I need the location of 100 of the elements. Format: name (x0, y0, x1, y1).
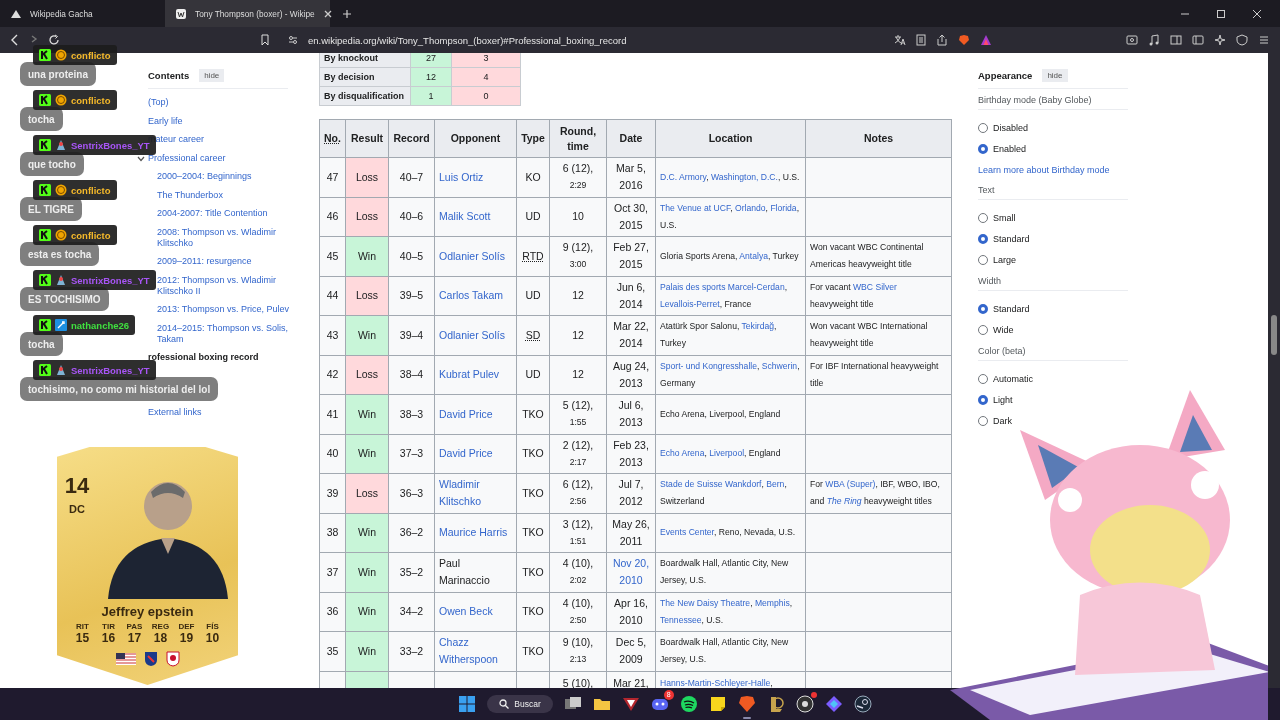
close-icon[interactable] (1252, 8, 1262, 19)
tool-icon (55, 319, 67, 331)
share-icon[interactable] (936, 34, 948, 46)
link[interactable]: Palais des sports Marcel-Cerdan (660, 281, 785, 292)
toc-link[interactable]: 2004-2007: Title Contention (157, 208, 268, 219)
toc-link[interactable]: External links (148, 407, 202, 418)
flag-icon (115, 653, 136, 665)
link[interactable]: Orlando (735, 202, 766, 213)
plus-icon[interactable] (342, 8, 352, 19)
toc-link[interactable]: The Thunderbox (157, 189, 223, 201)
link[interactable]: Memphis (754, 597, 790, 608)
link[interactable]: Levallois-Perret (660, 298, 720, 309)
link[interactable]: Florida (770, 202, 797, 213)
toc-link[interactable]: 2009–2011: resurgence (157, 256, 252, 267)
stat-value: 15 (75, 631, 90, 645)
table-cell-text: 12 (571, 327, 585, 343)
address-field[interactable]: en.wikipedia.org/wiki/Tony_Thompson_(boxer)#Professional_boxing_record (280, 30, 1000, 50)
toc-link[interactable]: 2012: Thompson vs. Wladimir Klitschko II (157, 274, 298, 297)
table-cell: Feb 23, 2013 (613, 438, 649, 468)
kick-icon (39, 229, 51, 241)
caret-icon[interactable] (137, 155, 145, 162)
record-icon[interactable] (795, 695, 814, 713)
toc-link[interactable]: (Top) (148, 97, 169, 108)
reload-icon[interactable] (48, 34, 60, 46)
toc-link[interactable]: 2008: Thompson vs. Wladimir Klitschko (157, 226, 298, 249)
sparkle-icon[interactable] (1214, 34, 1226, 46)
table-cell: Echo Arena, Liverpool, England (655, 394, 806, 434)
link[interactable]: WBC Silver (853, 281, 897, 292)
result-cell: Win (345, 434, 389, 474)
back-icon[interactable] (10, 34, 20, 46)
steam-icon[interactable] (853, 695, 872, 713)
link[interactable]: Washington, D.C. (710, 171, 778, 182)
link[interactable]: Antalya (739, 250, 768, 261)
maximize-icon[interactable] (1216, 8, 1226, 19)
diamond-icon[interactable] (824, 695, 843, 713)
radio-button[interactable] (978, 122, 988, 133)
username: conflicto (71, 229, 111, 241)
browser-tab[interactable]: Tony Thompson (boxer) - Wikipe (165, 0, 330, 27)
stat-label: PAS (126, 622, 143, 631)
menu-icon[interactable] (1258, 34, 1270, 46)
table-cell: 39 (319, 473, 346, 513)
browser-tab[interactable]: Wikipedia Gacha (0, 0, 165, 27)
kick-icon (39, 94, 51, 106)
forward-icon[interactable] (30, 35, 38, 43)
link[interactable]: Tennessee (660, 614, 702, 625)
table-cell: Mar 21, (613, 676, 649, 688)
hide-button[interactable]: hide (199, 69, 225, 82)
radio-button[interactable] (978, 303, 988, 314)
document-icon[interactable] (916, 34, 926, 46)
contents-title: Contents (148, 70, 190, 81)
translate-icon[interactable] (894, 34, 906, 46)
column-header: Location (655, 119, 806, 158)
shield-icon[interactable] (1236, 34, 1248, 46)
radio-button[interactable] (978, 394, 988, 405)
radio-button[interactable] (978, 415, 988, 426)
table-cell: 36–3 (388, 473, 435, 513)
table-cell: 36–2 (388, 513, 435, 553)
table-cell: Dec 5, 2009 (615, 636, 647, 666)
scrollbar[interactable] (1268, 53, 1280, 688)
table-cell: Mar 22, 2014 (613, 320, 649, 350)
bookmark-icon[interactable] (260, 34, 270, 46)
hide-button[interactable]: hide (1042, 69, 1068, 82)
toc-link[interactable]: 2013: Thompson vs. Price, Pulev (157, 304, 289, 315)
username: conflicto (71, 184, 111, 196)
radio-button[interactable] (978, 254, 988, 265)
tab-title: Wikipedia Gacha (30, 8, 94, 19)
learn-more-link[interactable]: Learn more about Birthday mode (978, 159, 1128, 179)
radio-button[interactable] (978, 324, 988, 335)
link[interactable]: Events Center (660, 527, 714, 538)
radio-button[interactable] (978, 373, 988, 384)
close-icon[interactable] (322, 8, 333, 19)
sidebar-icon[interactable] (1170, 34, 1182, 46)
toc-link[interactable]: Early life (148, 115, 183, 127)
triangle-icon[interactable] (621, 695, 640, 713)
column-header: Result (345, 119, 389, 158)
link[interactable]: Sport- und Kongresshalle (660, 360, 757, 371)
toc-link[interactable]: 2000–2004: Beginnings (157, 171, 252, 182)
scrollbar-thumb[interactable] (1271, 315, 1277, 355)
note-icon[interactable] (708, 695, 727, 713)
radio-button[interactable] (978, 212, 988, 223)
window-icon[interactable] (1126, 34, 1138, 46)
column-header: Date (606, 119, 656, 158)
toc-link[interactable]: rofessional boxing record (148, 352, 259, 363)
search-field[interactable]: Buscar (487, 695, 553, 713)
table-cell-text: 12 (571, 288, 585, 304)
toc-link[interactable]: 2014–2015: Thompson vs. Solis, Takam (157, 322, 298, 345)
radio-button[interactable] (978, 143, 988, 154)
grid-icon[interactable] (458, 695, 477, 713)
music-icon[interactable] (1148, 34, 1160, 46)
table-cell: Boardwalk Hall, Atlantic City, New Jersey, U.S. (655, 552, 806, 592)
music-icon[interactable] (679, 695, 698, 713)
radio-button[interactable] (978, 233, 988, 244)
toc-link[interactable]: Professional career (148, 152, 226, 164)
radio-label: Dark (993, 415, 1012, 426)
result-cell: Win (345, 592, 389, 632)
link[interactable]: The Ring (826, 496, 862, 507)
page-icon (175, 7, 187, 20)
table-cell: For IBF International heavyweight title (805, 355, 952, 395)
table-cell: Stade de Suisse Wankdorf, Bern, Switzerland (655, 473, 806, 513)
result-cell: Win (345, 315, 389, 355)
